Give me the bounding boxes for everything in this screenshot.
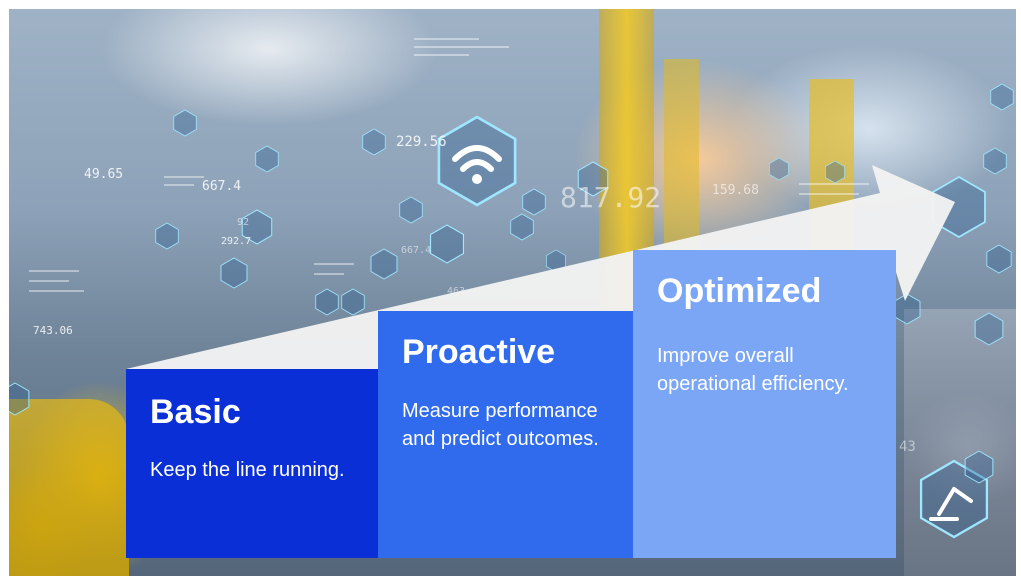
- step-description: Measure performance and predict outcomes…: [402, 400, 599, 450]
- step-description: Keep the line running.: [150, 459, 345, 481]
- step-description: Improve overall operational efficiency.: [657, 345, 849, 395]
- step-basic: Basic Keep the line running.: [126, 369, 378, 558]
- step-title: Basic: [150, 393, 241, 431]
- step-title: Proactive: [402, 333, 556, 371]
- step-optimized: Optimized Improve overall operational ef…: [633, 250, 896, 558]
- step-proactive: Proactive Measure performance and predic…: [378, 311, 633, 558]
- step-title: Optimized: [657, 272, 822, 310]
